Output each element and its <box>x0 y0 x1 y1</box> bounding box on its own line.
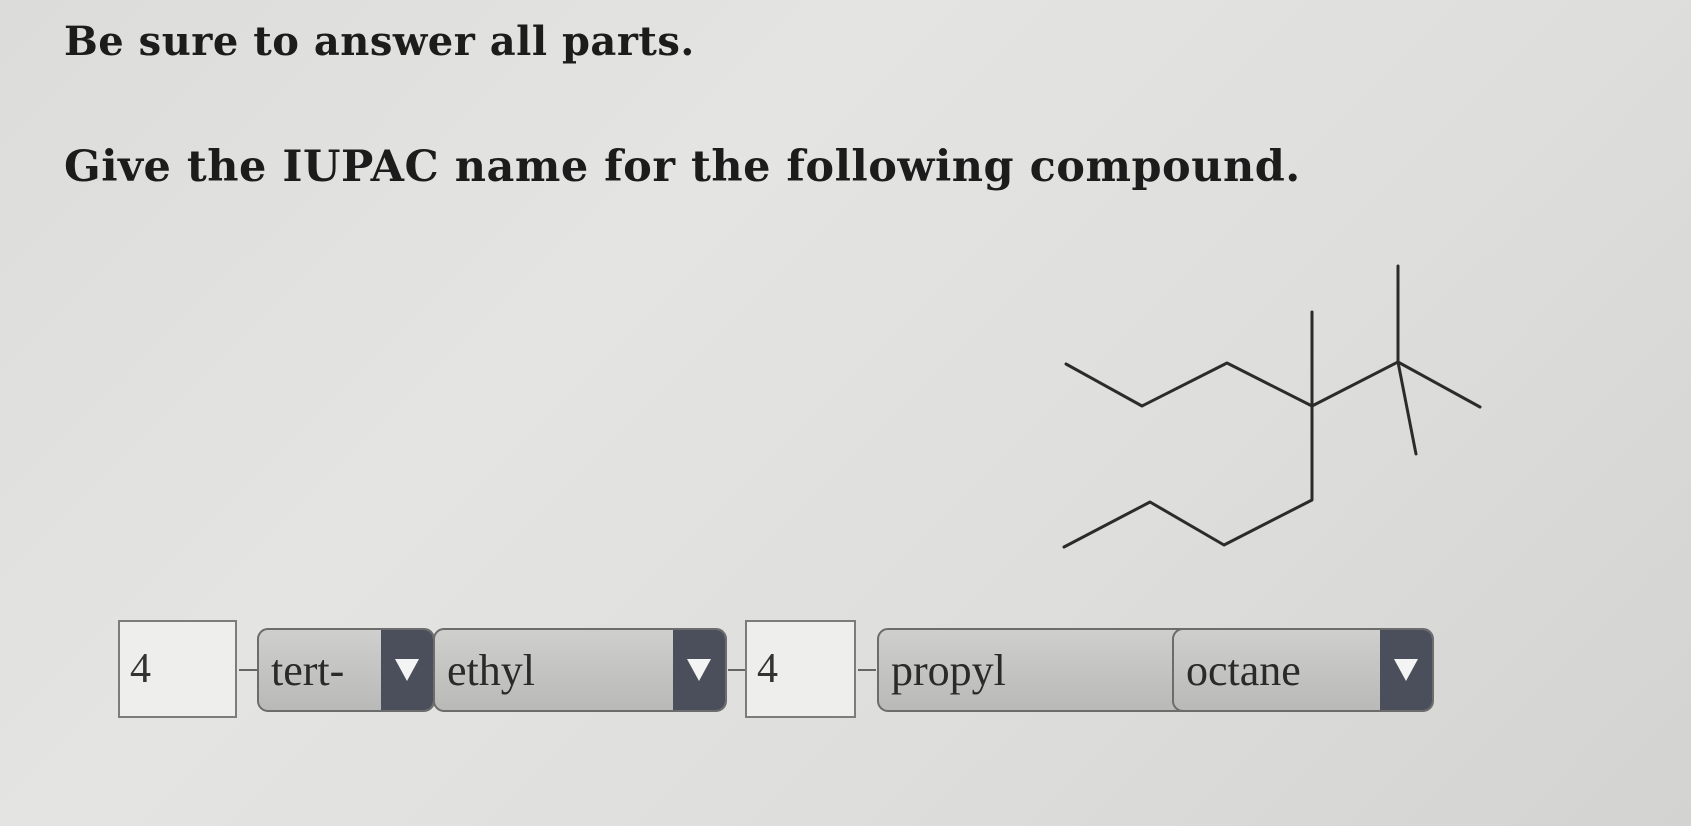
substituent-dropdown-2-value: ethyl <box>447 645 535 695</box>
hyphen-separator <box>858 669 876 671</box>
bond-chain-upper <box>1064 360 1400 408</box>
dropdown-arrow[interactable] <box>673 630 725 710</box>
parent-chain-dropdown-value: octane <box>1186 645 1301 695</box>
instruction-text: Be sure to answer all parts. <box>64 18 695 65</box>
substituent-dropdown-1[interactable]: tert- <box>257 628 435 712</box>
substituent-dropdown-2[interactable]: ethyl <box>433 628 727 712</box>
locant-input-1[interactable] <box>118 620 237 718</box>
locant-input-2[interactable] <box>745 620 856 718</box>
bond-tert-butyl-down <box>1396 360 1418 456</box>
dropdown-arrow[interactable] <box>381 630 433 710</box>
triangle-down-icon <box>687 659 711 681</box>
hyphen-separator <box>728 669 746 671</box>
bond-chain-lower <box>1062 404 1314 549</box>
hyphen-separator <box>239 669 257 671</box>
dropdown-arrow[interactable] <box>1380 630 1432 710</box>
bond-tert-butyl-right <box>1396 360 1482 409</box>
triangle-down-icon <box>395 659 419 681</box>
question-text: Give the IUPAC name for the following co… <box>64 142 1301 192</box>
triangle-down-icon <box>1394 659 1418 681</box>
parent-chain-dropdown[interactable]: octane <box>1172 628 1434 712</box>
substituent-dropdown-1-value: tert- <box>271 645 345 695</box>
